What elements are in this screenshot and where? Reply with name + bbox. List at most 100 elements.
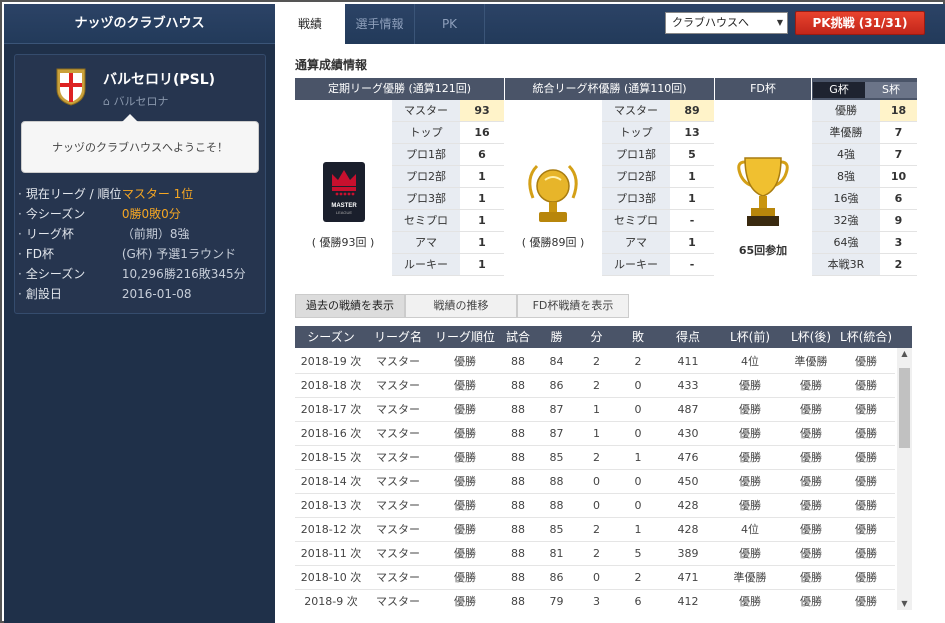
rank-value: 7 (880, 144, 917, 166)
rank-value: 89 (670, 100, 714, 122)
club-info-row: · FD杯 (G杯) 予選1ラウンド (18, 245, 236, 263)
app-frame: ナッヅのクラブハウス バルセロリ(PSL) ⌂ バルセロナ ナッヅのクラブハウス… (0, 0, 945, 623)
scroll-down-icon[interactable]: ▼ (897, 598, 912, 610)
table-cell: 0 (634, 499, 642, 512)
rank-label: プロ1部 (392, 144, 460, 166)
rank-label: マスター (392, 100, 460, 122)
table-cell: 88 (511, 499, 525, 512)
rank-value: 18 (880, 100, 917, 122)
bullet-icon: · (18, 267, 22, 281)
table-cell: 優勝 (855, 523, 877, 536)
table-cell: 優勝 (855, 355, 877, 368)
past-record-button[interactable]: 過去の戦績を表示 (295, 294, 405, 318)
rank-value: - (670, 210, 714, 232)
tab-record[interactable]: 戦績 (275, 4, 345, 44)
table-cell: 0 (634, 475, 642, 488)
table-cell: 86 (549, 571, 564, 584)
club-name: バルセロリ(PSL) (103, 72, 216, 88)
table-cell: 2 (593, 547, 600, 560)
table-cell: 0 (593, 499, 600, 512)
scroll-thumb[interactable] (899, 368, 910, 448)
table-cell: 0 (634, 427, 642, 440)
table-row: 2018-10 次 マスター 優勝 88 86 0 2 471 準優勝 優勝 優勝 (295, 566, 895, 590)
rank-label: トップ (392, 122, 460, 144)
rank-label: プロ2部 (392, 166, 460, 188)
table-cell: 優勝 (800, 595, 822, 608)
scroll-up-icon[interactable]: ▲ (897, 348, 912, 360)
table-cell: 88 (511, 355, 525, 368)
table-cell: 2018-14 次 (300, 475, 362, 488)
table-cell: 優勝 (855, 451, 877, 464)
table-cell: 5 (634, 547, 642, 560)
rank-label: セミプロ (602, 210, 670, 232)
club-info-label: 今シーズン (25, 207, 86, 221)
pk-challenge-button[interactable]: PK挑戦 (31/31) (795, 11, 925, 35)
table-cell: 85 (549, 451, 564, 464)
history-column-header[interactable]: L杯(後) (785, 326, 837, 348)
rank-label: 優勝 (812, 100, 880, 122)
table-cell: マスター (376, 499, 420, 512)
table-cell: 88 (511, 403, 525, 416)
table-cell: 79 (549, 595, 564, 608)
table-cell: 2 (593, 451, 600, 464)
table-cell: 84 (549, 355, 564, 368)
table-cell: 準優勝 (733, 571, 767, 584)
bullet-icon: · (18, 187, 22, 201)
club-crest-icon (56, 68, 86, 106)
history-column-header[interactable]: 得点 (661, 326, 715, 348)
table-cell: 優勝 (855, 379, 877, 392)
rank-label: 64強 (812, 232, 880, 254)
fd-header: FD杯 (715, 78, 811, 100)
table-cell: 2018-17 次 (300, 403, 362, 416)
history-column-header[interactable]: 分 (578, 326, 615, 348)
record-trend-button[interactable]: 戦績の推移 (405, 294, 517, 318)
club-info-label: FD杯 (25, 247, 54, 261)
history-scrollbar[interactable]: ▲ ▼ (897, 348, 912, 610)
rank-label: トップ (602, 122, 670, 144)
tab-pk[interactable]: PK (415, 4, 485, 44)
table-cell: 優勝 (454, 427, 476, 440)
rank-value: 1 (670, 232, 714, 254)
rank-label: 準優勝 (812, 122, 880, 144)
fd-caption: 65回参加 (738, 244, 788, 257)
history-column-header[interactable]: リーグ順位 (429, 326, 501, 348)
club-info-label: 現在リーグ / 順位 (25, 187, 122, 201)
tab-g-cup[interactable]: G杯 (813, 82, 865, 98)
history-column-header[interactable]: 敗 (615, 326, 661, 348)
table-cell: 2018-13 次 (300, 499, 362, 512)
table-cell: 2018-16 次 (300, 427, 362, 440)
table-cell: 2 (634, 355, 642, 368)
table-cell: マスター (376, 427, 420, 440)
history-column-header[interactable]: シーズン (295, 326, 367, 348)
table-cell: 88 (511, 547, 525, 560)
history-column-header[interactable]: L杯(統合) (837, 326, 895, 348)
fd-cup-record-button[interactable]: FD杯戦績を表示 (517, 294, 629, 318)
rank-label: プロ3部 (392, 188, 460, 210)
club-info-value: マスター 1位 (121, 187, 194, 201)
rank-label: プロ3部 (602, 188, 670, 210)
history-column-header[interactable]: 試合 (501, 326, 535, 348)
club-info-row: · 創設日 2016-01-08 (18, 285, 192, 303)
clubhouse-select[interactable]: クラブハウスへ ▼ (665, 12, 788, 34)
cup-trophy-box: ( 優勝89回 ) (505, 100, 601, 278)
chevron-down-icon: ▼ (776, 18, 783, 27)
club-info-label: 創設日 (25, 287, 62, 301)
table-cell: 優勝 (800, 523, 822, 536)
rank-value: 10 (880, 166, 917, 188)
welcome-bubble: ナッヅのクラブハウスへようこそ！ (21, 114, 259, 173)
rank-label: セミプロ (392, 210, 460, 232)
table-cell: 2 (634, 571, 642, 584)
history-column-header[interactable]: L杯(前) (715, 326, 785, 348)
history-column-header[interactable]: 勝 (535, 326, 578, 348)
table-cell: 487 (677, 403, 699, 416)
league-trophy-box: MASTER LEAGUE ( 優勝93回 ) (295, 100, 391, 278)
tab-players[interactable]: 選手情報 (345, 4, 415, 44)
tab-s-cup[interactable]: S杯 (865, 82, 917, 98)
table-cell: 優勝 (800, 499, 822, 512)
table-cell: 88 (511, 571, 525, 584)
rank-value: 1 (460, 188, 504, 210)
table-cell: 88 (511, 523, 525, 536)
fd-trophy-box: 65回参加 (715, 100, 811, 278)
history-column-header[interactable]: リーグ名 (367, 326, 429, 348)
club-info-value: (G杯) 予選1ラウンド (121, 247, 236, 261)
